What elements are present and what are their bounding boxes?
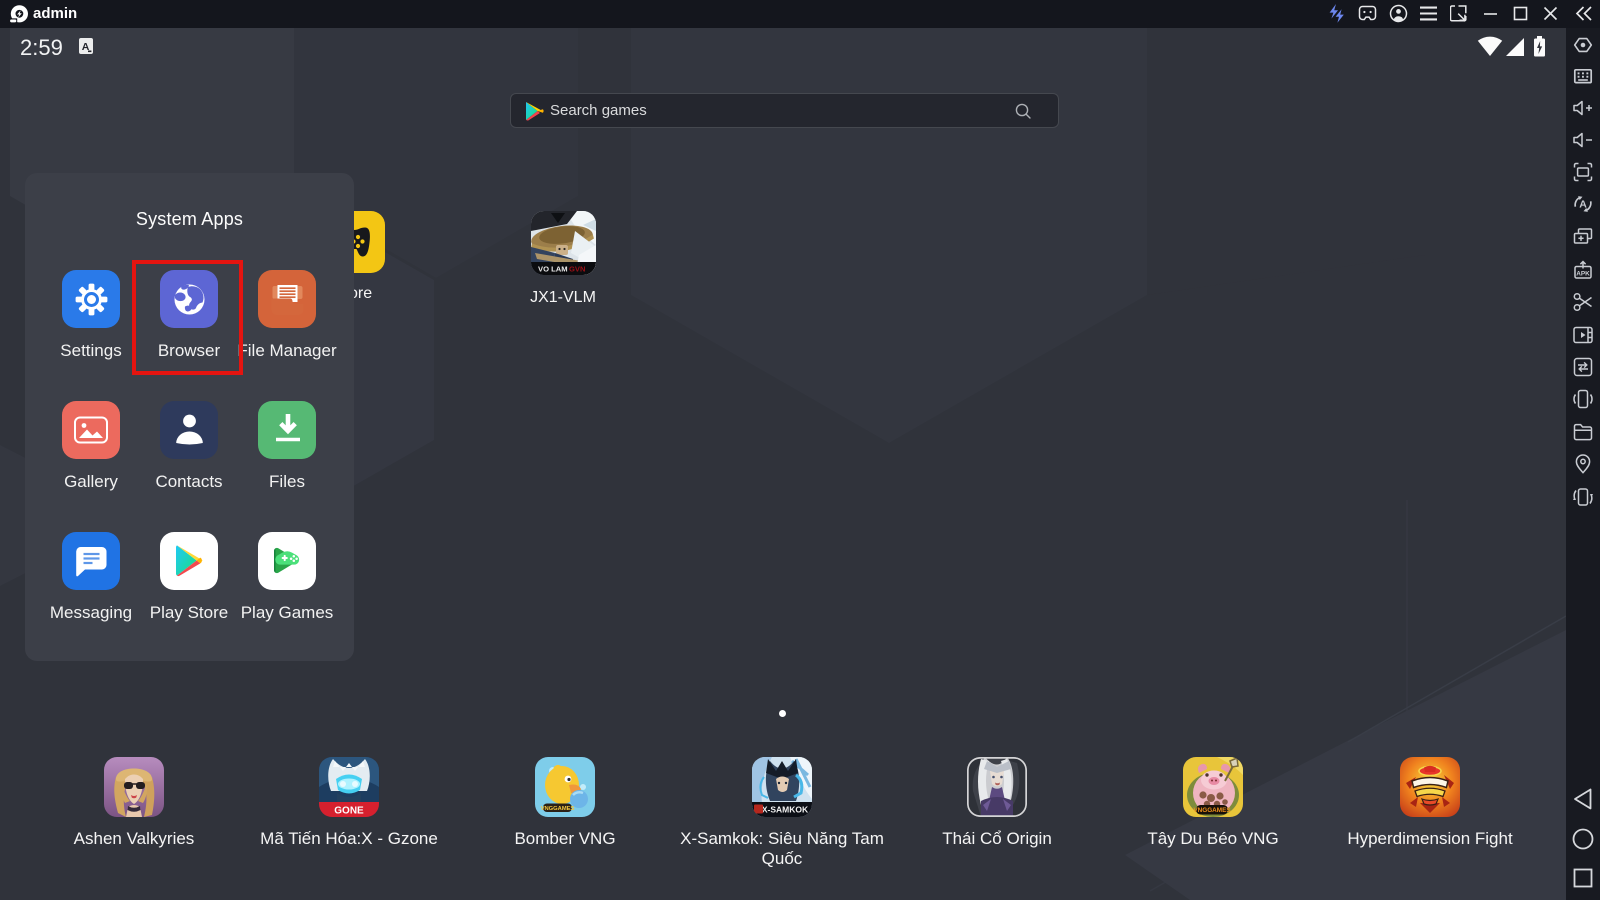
svg-text:APK: APK (1576, 271, 1590, 278)
svg-text:GVN: GVN (569, 265, 585, 274)
svg-text:VNGGAMES: VNGGAMES (1193, 807, 1231, 814)
svg-text:GONE: GONE (334, 806, 364, 817)
svg-text:VNGGAMES: VNGGAMES (541, 806, 575, 812)
svg-text:X-SAMKOK: X-SAMKOK (762, 805, 809, 815)
svg-text:A: A (1579, 199, 1587, 211)
svg-text:VO LAM: VO LAM (538, 265, 568, 274)
